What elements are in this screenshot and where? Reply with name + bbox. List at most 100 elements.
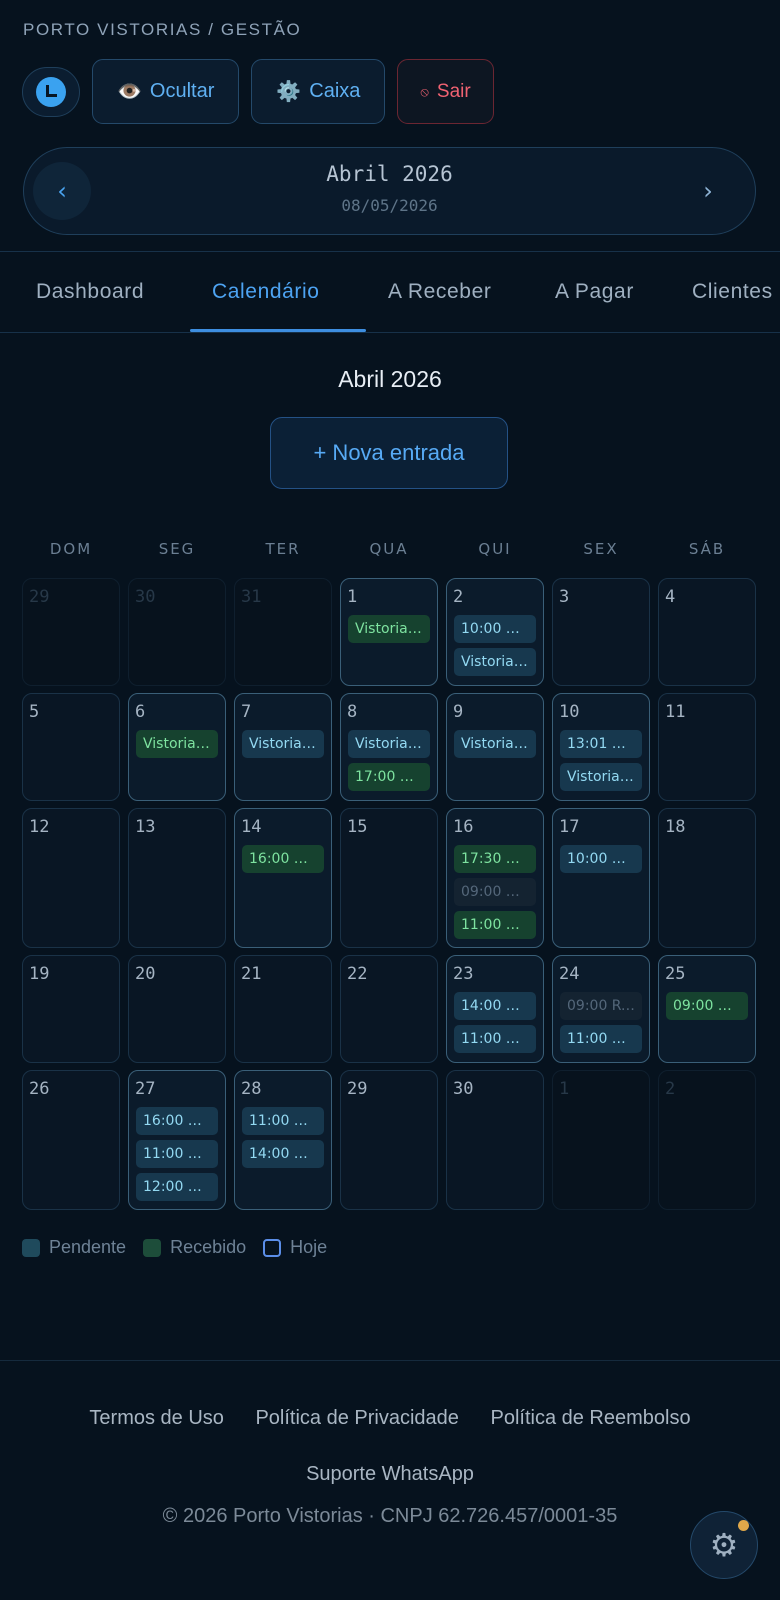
calendar-day-cell[interactable]: 23 14:00 Vis... 11:00 Vist... [446, 955, 544, 1063]
calendar-day-cell[interactable]: 9 Vistoria r... [446, 693, 544, 801]
cashbox-button[interactable]: ⚙️ Caixa [251, 59, 386, 124]
calendar-day-cell[interactable]: 28 11:00 Vist... 14:00 Vis... [234, 1070, 332, 1210]
calendar-day-cell[interactable]: 21 [234, 955, 332, 1063]
calendar-day-cell[interactable]: 6 Vistoria ... [128, 693, 226, 801]
calendar-day-cell[interactable]: 17 10:00 Vis... [552, 808, 650, 948]
tab-calendario[interactable]: Calendário [212, 252, 320, 332]
notification-badge [738, 1520, 749, 1531]
calendar-day-cell[interactable]: 13 [128, 808, 226, 948]
hide-button[interactable]: 👁️ Ocultar [92, 59, 240, 124]
calendar-event[interactable]: 09:00 Vi... [666, 992, 748, 1020]
calendar-event[interactable]: 09:00 Vi... [454, 878, 536, 906]
calendar-title: Abril 2026 [338, 366, 442, 392]
calendar-event[interactable]: 10:00 Vis... [454, 615, 536, 643]
legend-received-label: Recebido [170, 1237, 247, 1257]
new-entry-button[interactable]: + Nova entrada [270, 417, 508, 489]
calendar-event[interactable]: Vistoria s... [242, 730, 324, 758]
main-tabs: Dashboard Calendário A Receber A Pagar C… [0, 251, 780, 333]
calendar-day-cell[interactable]: 3 [552, 578, 650, 686]
legend-swatch-received [143, 1238, 162, 1257]
terms-link[interactable]: Termos de Uso [89, 1407, 224, 1429]
calendar-legend: Pendente Recebido Hoje [22, 1237, 344, 1258]
gear-icon: ⚙ [709, 1526, 739, 1564]
calendar-event[interactable]: 14:00 Vis... [454, 992, 536, 1020]
calendar-day-cell[interactable]: 30 [128, 578, 226, 686]
calendar-day-cell[interactable]: 29 [22, 578, 120, 686]
calendar-day-cell[interactable]: 1 Vistoria ... [340, 578, 438, 686]
calendar-event[interactable]: Vistoria ... [348, 615, 430, 643]
avatar-icon [36, 76, 66, 107]
calendar-day-cell[interactable]: 16 17:30 Vist... 09:00 Vi... 11:00 Co... [446, 808, 544, 948]
calendar-day-cell[interactable]: 19 [22, 955, 120, 1063]
calendar-event[interactable]: 16:00 Vis... [242, 845, 324, 873]
calendar-event[interactable]: Vistoria ... [136, 730, 218, 758]
calendar-event[interactable]: Vistoria ... [560, 763, 642, 791]
weekday-label: SEX [583, 540, 619, 558]
calendar-day-cell[interactable]: 10 13:01 Vist... Vistoria ... [552, 693, 650, 801]
settings-fab[interactable]: ⚙ [690, 1511, 758, 1579]
calendar-event[interactable]: 11:00 Vist... [242, 1107, 324, 1135]
calendar-event[interactable]: 17:00 Vis... [348, 763, 430, 791]
calendar-day-cell[interactable]: 2 10:00 Vis... Vistoria ... [446, 578, 544, 686]
eye-icon: 👁️ [117, 81, 142, 103]
calendar-day-cell[interactable]: 11 [658, 693, 756, 801]
day-number: 12 [29, 817, 50, 837]
calendar-day-cell[interactable]: 5 [22, 693, 120, 801]
gear-icon: ⚙️ [276, 81, 302, 103]
calendar-event[interactable]: 11:00 Vist... [136, 1140, 218, 1168]
tab-a-pagar[interactable]: A Pagar [555, 252, 634, 332]
refund-link[interactable]: Política de Reembolso [490, 1407, 690, 1429]
avatar-button[interactable] [22, 66, 80, 117]
calendar-day-cell[interactable]: 8 Vistoria s... 17:00 Vis... [340, 693, 438, 801]
active-tab-indicator [190, 329, 366, 332]
calendar-day-cell[interactable]: 7 Vistoria s... [234, 693, 332, 801]
calendar-event[interactable]: 17:30 Vist... [454, 845, 536, 873]
privacy-link[interactable]: Política de Privacidade [255, 1407, 458, 1429]
calendar-event[interactable]: 10:00 Vis... [560, 845, 642, 873]
calendar-event[interactable]: Vistoria r... [454, 730, 536, 758]
calendar-day-cell[interactable]: 24 09:00 Re... 11:00 Vist... [552, 955, 650, 1063]
top-toolbar: 👁️ Ocultar ⚙️ Caixa ⦸ Sair [22, 59, 494, 124]
calendar-day-cell[interactable]: 1 [552, 1070, 650, 1210]
calendar-day-cell[interactable]: 12 [22, 808, 120, 948]
legend-pending-label: Pendente [49, 1237, 127, 1257]
day-number: 2 [453, 587, 464, 607]
tab-a-receber[interactable]: A Receber [388, 252, 491, 332]
calendar-day-cell[interactable]: 4 [658, 578, 756, 686]
calendar-day-cell[interactable]: 20 [128, 955, 226, 1063]
calendar-event[interactable]: 16:00 Vis... [136, 1107, 218, 1135]
calendar-day-cell[interactable]: 27 16:00 Vis... 11:00 Vist... 12:00 Vis... [128, 1070, 226, 1210]
calendar-event[interactable]: 12:00 Vis... [136, 1173, 218, 1201]
tab-dashboard[interactable]: Dashboard [36, 252, 144, 332]
cashbox-button-label: Caixa [309, 80, 361, 102]
day-number: 19 [29, 964, 50, 984]
calendar-day-cell[interactable]: 25 09:00 Vi... [658, 955, 756, 1063]
calendar-event[interactable]: 11:00 Vist... [454, 1025, 536, 1053]
day-number: 25 [665, 964, 686, 984]
calendar-event[interactable]: Vistoria ... [454, 648, 536, 676]
calendar-event[interactable]: Vistoria s... [348, 730, 430, 758]
whatsapp-support-link[interactable]: Suporte WhatsApp [0, 1463, 780, 1486]
calendar-day-cell[interactable]: 29 [340, 1070, 438, 1210]
day-number: 26 [29, 1079, 50, 1099]
calendar-event[interactable]: 09:00 Re... [560, 992, 642, 1020]
calendar-day-cell[interactable]: 14 16:00 Vis... [234, 808, 332, 948]
calendar-day-cell[interactable]: 30 [446, 1070, 544, 1210]
next-month-button[interactable]: › [679, 162, 737, 220]
logout-button[interactable]: ⦸ Sair [397, 59, 494, 124]
calendar-day-cell[interactable]: 2 [658, 1070, 756, 1210]
calendar-day-cell[interactable]: 15 [340, 808, 438, 948]
calendar-day-cell[interactable]: 31 [234, 578, 332, 686]
day-number: 31 [241, 587, 262, 607]
legend-received: Recebido [143, 1237, 246, 1258]
calendar-event[interactable]: 14:00 Vis... [242, 1140, 324, 1168]
calendar-day-cell[interactable]: 26 [22, 1070, 120, 1210]
calendar-event[interactable]: 11:00 Co... [454, 911, 536, 939]
day-number: 29 [347, 1079, 368, 1099]
calendar-event[interactable]: 13:01 Vist... [560, 730, 642, 758]
day-number: 8 [347, 702, 358, 722]
tab-clientes[interactable]: Clientes [692, 252, 773, 332]
calendar-day-cell[interactable]: 18 [658, 808, 756, 948]
calendar-event[interactable]: 11:00 Vist... [560, 1025, 642, 1053]
calendar-day-cell[interactable]: 22 [340, 955, 438, 1063]
